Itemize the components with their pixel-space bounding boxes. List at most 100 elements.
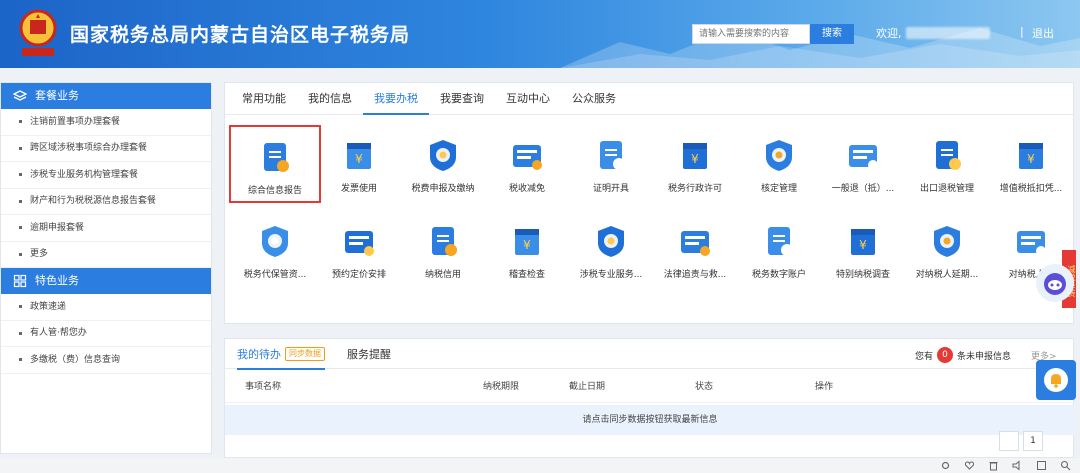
settings-icon[interactable] [940,460,951,471]
function-tile[interactable]: ¥ 特别纳税调查 [817,211,909,289]
function-tile[interactable]: 法律追责与救... [649,211,741,289]
custody-icon [262,226,288,257]
zoom-icon[interactable] [1060,460,1071,471]
sidebar-item[interactable]: 涉税专业服务机构管理套餐 [1,162,211,189]
inspection-icon: ¥ [515,229,539,255]
function-tile[interactable]: 税费申报及缴纳 [397,125,489,203]
function-tile[interactable]: 税务数字账户 [733,211,825,289]
trash-icon[interactable] [988,460,999,471]
clipboard-icon [264,143,289,172]
sidebar-item[interactable]: 注销前置事项办理套餐 [1,109,211,136]
sidebar: 套餐业务 注销前置事项办理套餐 跨区域涉税事项综合办理套餐 涉税专业服务机构管理… [0,82,212,454]
window-icon[interactable] [1036,460,1047,471]
function-tile[interactable]: 核定管理 [733,125,825,203]
sidebar-item[interactable]: 政策速递 [1,294,211,321]
tab-tax-handling[interactable]: 我要办税 [363,83,429,115]
tile-label: 预约定价安排 [331,270,386,280]
bottom-status-bar [0,458,1080,473]
heart-icon[interactable] [964,460,975,471]
credit-icon [432,227,457,256]
tile-label: 稽查检查 [508,270,545,280]
function-tile[interactable]: 税务代保管资... [229,211,321,289]
search-input[interactable] [692,24,810,44]
sidebar-item[interactable]: 有人管·帮您办 [1,321,211,347]
welcome-text: 欢迎, [876,27,902,40]
taxpayer-icon [1017,231,1046,256]
sidebar-item[interactable]: 财产和行为税税源信息报告套餐 [1,189,211,215]
function-tile[interactable]: 综合信息报告 [229,125,321,203]
column-header: 纳税期限 [483,382,520,392]
function-tile[interactable]: 一般退（抵）... [817,125,909,203]
pager-page-number[interactable]: 1 [1023,431,1043,451]
function-tile[interactable]: 税收减免 [481,125,573,203]
sidebar-section-packages[interactable]: 套餐业务 [1,83,211,109]
chatbot-icon[interactable] [1036,264,1074,302]
function-tile[interactable]: ¥ 发票使用 [313,125,405,203]
tab-public-service[interactable]: 公众服务 [561,83,627,114]
function-tile[interactable]: 涉税专业服务... [565,211,657,289]
notification-bell-icon[interactable] [1036,360,1076,400]
tile-label: 税收减免 [508,184,545,194]
sidebar-item-label: 有人管·帮您办 [30,328,87,338]
tile-label: 核定管理 [760,184,797,194]
todo-tabs: 我的待办 同步数据 服务提醒 您有 0 条未申报信息 更多> [225,339,1073,370]
discount-icon [513,145,542,170]
function-tile[interactable]: 纳税信用 [397,211,489,289]
column-header: 状态 [695,382,714,392]
tile-label: 一般退（抵）... [831,184,895,194]
search-button[interactable]: 搜索 [810,24,854,44]
account-icon [768,227,793,256]
license-icon: ¥ [683,143,707,169]
tile-label: 税费申报及缴纳 [411,184,475,194]
tab-interaction[interactable]: 互动中心 [495,83,561,114]
sidebar-item-label: 政策速递 [30,301,67,312]
column-header: 操作 [815,382,834,392]
tile-label: 法律追责与救... [663,270,727,280]
sidebar-item-label: 财产和行为税税源信息报告套餐 [30,196,157,206]
sync-data-button[interactable]: 同步数据 [285,346,325,361]
function-tile[interactable]: 证明开具 [565,125,657,203]
site-title: 国家税务总局内蒙古自治区电子税务局 [70,24,411,46]
sidebar-section-featured[interactable]: 特色业务 [1,268,211,294]
top-banner: 国家税务总局内蒙古自治区电子税务局 搜索 欢迎, | 退出 [0,0,1080,68]
tab-my-todo[interactable]: 我的待办 同步数据 [237,339,325,370]
logout-link[interactable]: 退出 [1032,25,1054,41]
volume-icon[interactable] [1012,460,1023,471]
sidebar-item[interactable]: 跨区域涉税事项综合办理套餐 [1,136,211,162]
tile-label: 出口退税管理 [919,184,974,194]
todo-panel: 我的待办 同步数据 服务提醒 您有 0 条未申报信息 更多> 事项名称 纳税期限… [224,338,1075,458]
extension-icon [934,226,960,257]
investigation-icon: ¥ [851,229,875,255]
sidebar-item[interactable]: 逾期申报套餐 [1,215,211,242]
tab-my-info[interactable]: 我的信息 [297,83,363,114]
tile-label: 发票使用 [340,184,377,194]
professional-icon [598,226,624,257]
tab-query[interactable]: 我要查询 [429,83,495,114]
svg-text:¥: ¥ [355,152,363,166]
svg-text:¥: ¥ [523,238,531,252]
function-tile[interactable]: 预约定价安排 [313,211,405,289]
sidebar-item[interactable]: 多缴税（费）信息查询 [1,347,211,374]
main-panel: 常用功能 我的信息 我要办税 我要查询 互动中心 公众服务 综合信息报告 ¥ 发票使… [224,82,1074,324]
tile-label: 特别纳税调查 [835,270,890,280]
function-tile[interactable]: 出口退税管理 [901,125,993,203]
function-tile[interactable]: 对纳税人延期... [901,211,993,289]
vat-icon: ¥ [1019,143,1043,169]
section-title: 特色业务 [35,274,79,287]
function-tile[interactable]: ¥ 稽查检查 [481,211,573,289]
sidebar-item-more[interactable]: 更多 [1,242,211,268]
function-tile[interactable]: ¥ 增值税抵扣凭... [985,125,1077,203]
notice-suffix: 条未申报信息 [957,351,1012,362]
tab-service-reminder[interactable]: 服务提醒 [347,339,391,369]
tab-common[interactable]: 常用功能 [231,83,297,114]
todo-tab-label: 我的待办 [237,347,281,361]
tile-label: 纳税信用 [424,270,461,280]
sidebar-item-label: 更多 [30,249,49,259]
tile-label: 涉税专业服务... [579,270,643,280]
section-title: 套餐业务 [35,89,79,102]
column-header: 截止日期 [569,382,606,392]
sidebar-item-label: 注销前置事项办理套餐 [30,116,121,127]
function-tile[interactable]: ¥ 税务行政许可 [649,125,741,203]
tile-label: 税务行政许可 [667,184,722,194]
pager-prev-button[interactable] [999,431,1019,451]
